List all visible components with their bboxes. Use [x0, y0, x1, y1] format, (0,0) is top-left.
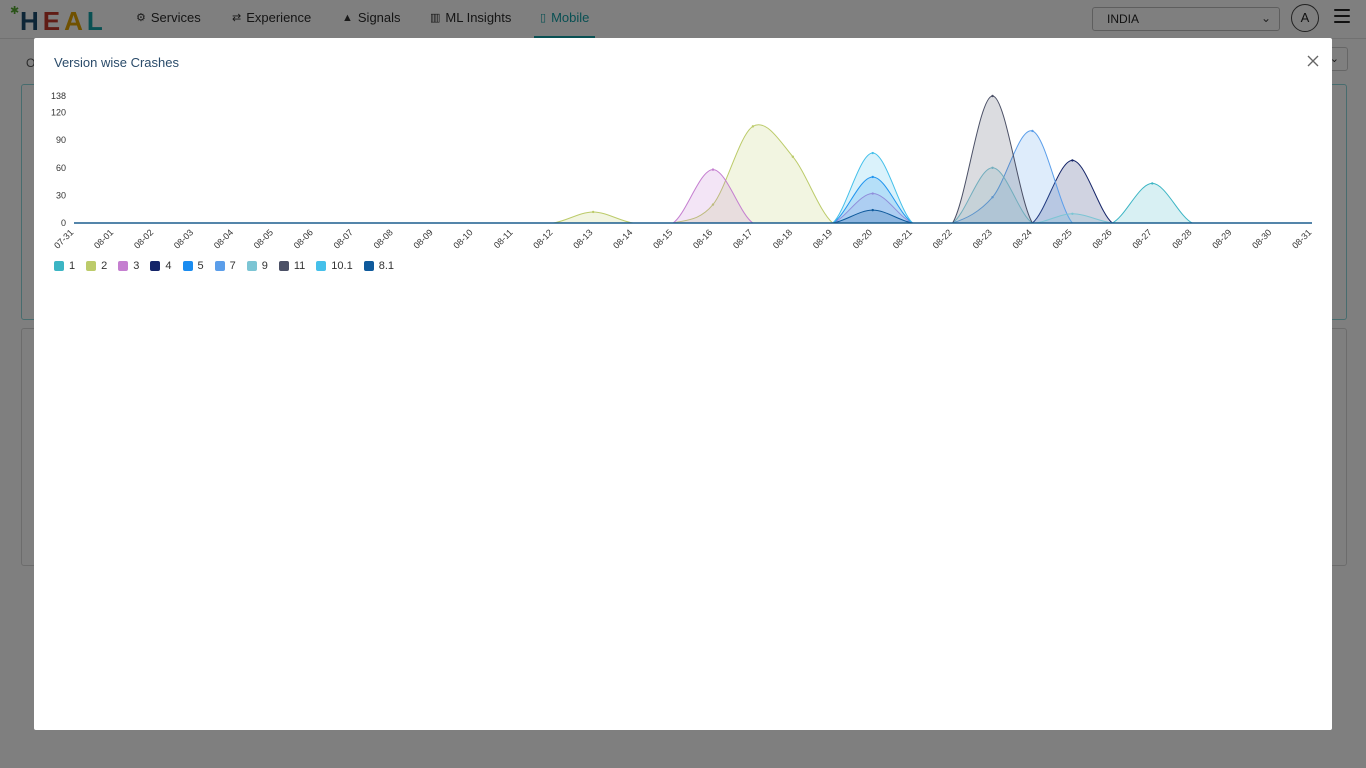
x-tick-label: 08-09: [411, 227, 434, 250]
series-point-10.1: [871, 151, 874, 155]
y-tick-label: 60: [56, 163, 66, 173]
x-tick-label: 08-18: [771, 227, 794, 250]
y-tick-label: 138: [51, 91, 66, 101]
series-point-3: [711, 168, 715, 171]
series-point-7: [1031, 129, 1034, 133]
x-tick-label: 08-28: [1170, 227, 1193, 250]
legend-item-2[interactable]: 2: [86, 260, 107, 272]
x-tick-label: 08-23: [971, 227, 994, 250]
legend-item-1[interactable]: 1: [54, 260, 75, 272]
x-tick-label: 08-31: [1290, 227, 1313, 250]
x-tick-label: 08-11: [492, 227, 515, 250]
version-crashes-chart: 0 30 60 90 120 138 07-31 08-01 08-02 08-03 08-04 08…: [51, 91, 1313, 251]
x-tick-label: 08-17: [731, 227, 754, 250]
x-tick-label: 08-14: [611, 227, 634, 250]
legend-label: 5: [197, 260, 204, 272]
x-tick-label: 08-13: [571, 227, 594, 250]
y-tick-label: 90: [56, 135, 66, 145]
x-tick-label: 08-15: [651, 227, 674, 250]
legend-label: 10.1: [331, 260, 353, 272]
x-tick-label: 07-31: [52, 227, 75, 250]
series-point-2: [751, 125, 755, 128]
legend-swatch: [278, 261, 289, 271]
legend-label: 3: [133, 260, 140, 272]
legend-item-10.1[interactable]: 10.1: [316, 260, 353, 272]
legend-swatch: [246, 261, 257, 271]
series-point-2: [591, 210, 595, 214]
legend-swatch: [118, 261, 129, 271]
legend-swatch: [316, 261, 327, 271]
y-tick-label: 0: [61, 218, 66, 228]
x-tick-label: 08-22: [931, 227, 954, 250]
x-tick-label: 08-26: [1090, 227, 1113, 250]
legend-swatch: [182, 261, 193, 271]
x-tick-label: 08-16: [691, 227, 714, 250]
x-tick-label: 08-04: [212, 227, 235, 250]
legend-label: 2: [101, 260, 108, 272]
x-tick-label: 08-27: [1130, 227, 1153, 250]
x-tick-label: 08-20: [851, 227, 874, 250]
series-point-4: [1071, 159, 1074, 162]
x-tick-label: 08-08: [372, 227, 395, 250]
x-tick-label: 08-01: [92, 227, 115, 250]
x-tick-label: 08-19: [811, 227, 834, 250]
legend-item-3[interactable]: 3: [118, 260, 139, 272]
legend-label: 1: [69, 260, 76, 272]
x-tick-label: 08-12: [531, 227, 554, 250]
x-tick-label: 08-03: [172, 227, 195, 250]
legend-item-9[interactable]: 9: [246, 260, 268, 272]
x-tick-label: 08-25: [1050, 227, 1073, 250]
legend-swatch: [363, 261, 374, 271]
x-tick-label: 08-05: [252, 227, 275, 250]
legend-swatch: [214, 261, 225, 271]
y-tick-label: 120: [51, 108, 66, 118]
version-crashes-modal: Version wise Crashes 0 30 60 90 120 138 07-31 0…: [34, 38, 1332, 730]
series-point-8.1: [871, 208, 874, 212]
legend-swatch: [150, 261, 161, 271]
legend-item-11[interactable]: 11: [278, 260, 306, 272]
x-tick-label: 08-24: [1011, 227, 1034, 250]
x-tick-label: 08-29: [1210, 227, 1233, 250]
x-tick-label: 08-30: [1250, 227, 1273, 250]
series-point-11: [991, 94, 994, 98]
legend-swatch: [86, 261, 97, 271]
legend-swatch: [54, 261, 64, 271]
legend-item-5[interactable]: 5: [182, 260, 204, 272]
legend-label: 8.1: [378, 260, 395, 272]
legend-label: 4: [165, 260, 172, 272]
x-tick-label: 08-06: [292, 227, 315, 250]
y-tick-label: 30: [56, 190, 66, 200]
series-point-9: [1071, 212, 1074, 215]
x-tick-label: 08-07: [332, 227, 355, 250]
x-tick-label: 08-10: [451, 227, 474, 250]
series-point-2: [791, 155, 795, 158]
legend-label: 7: [229, 260, 236, 272]
legend-label: 11: [293, 260, 306, 272]
series-point-1: [1151, 182, 1154, 185]
legend-item-8.1[interactable]: 8.1: [363, 260, 395, 272]
legend-item-4[interactable]: 4: [150, 260, 172, 272]
legend-item-7[interactable]: 7: [214, 260, 236, 272]
chart-legend: 1 2 3 4 5 7 9 11 10.1 8.1: [54, 260, 405, 272]
legend-label: 9: [261, 260, 268, 272]
x-tick-label: 08-21: [891, 227, 914, 250]
x-tick-label: 08-02: [132, 227, 155, 250]
